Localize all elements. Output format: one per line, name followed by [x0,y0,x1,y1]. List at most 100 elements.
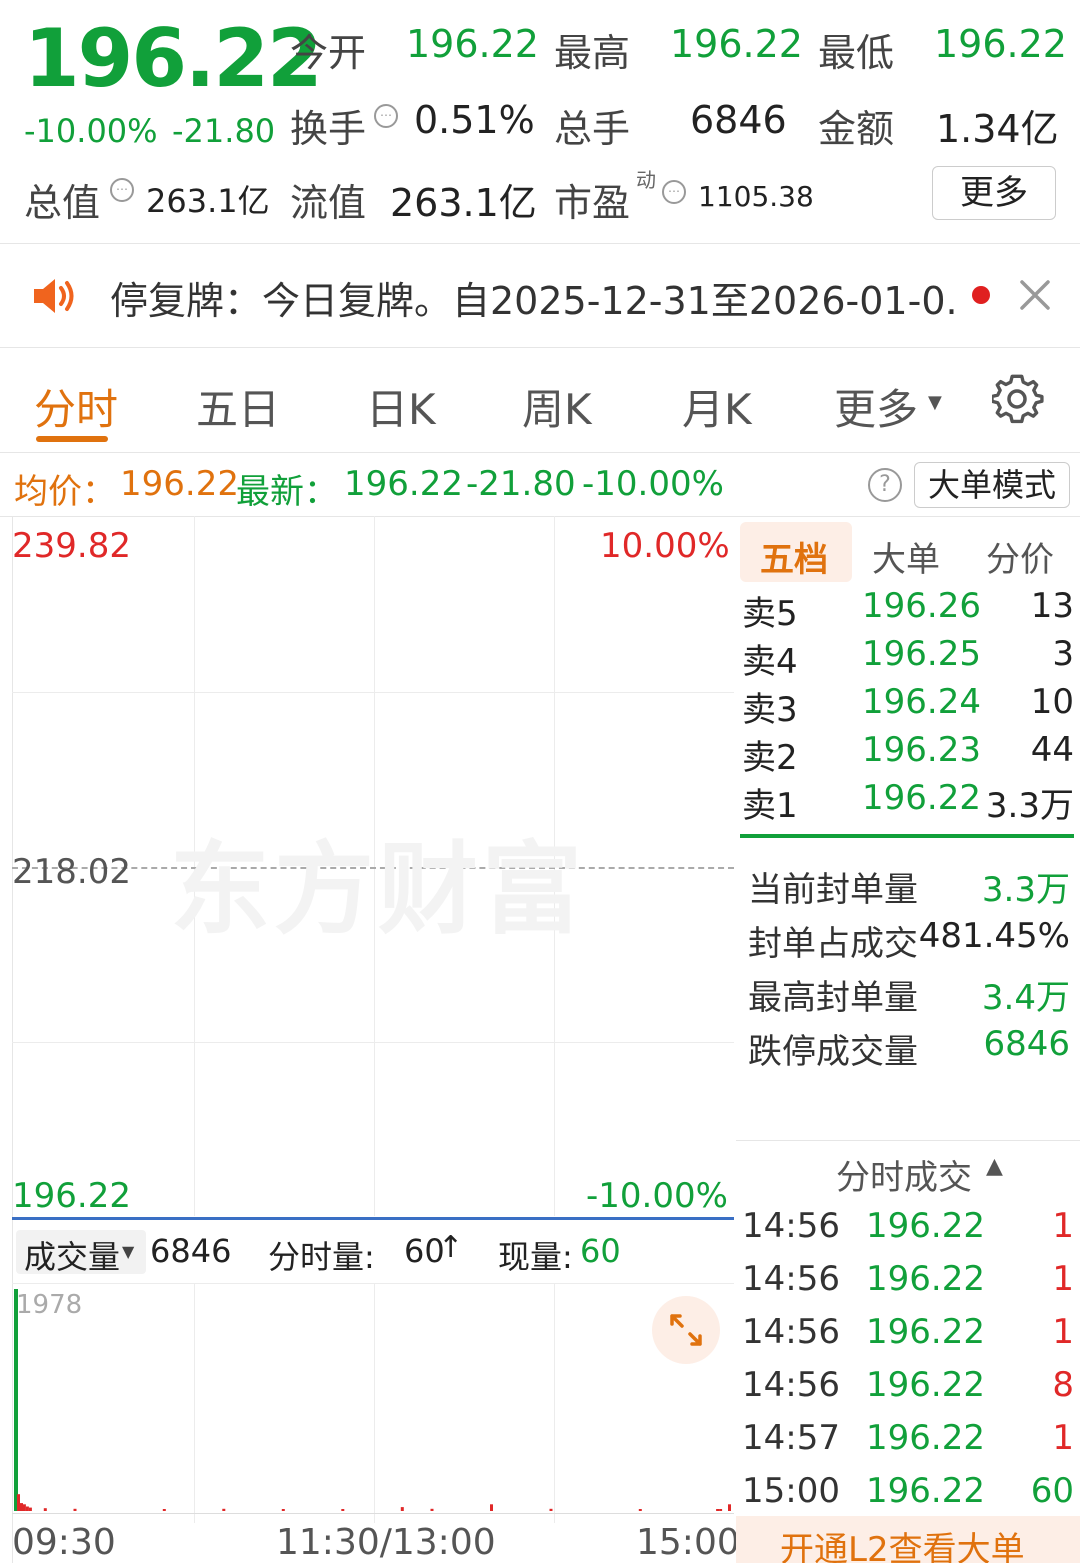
turnover-label: 换手 [290,107,367,151]
tab-five-level[interactable]: 五档 [760,532,828,581]
avg-value: 196.22 [120,464,239,504]
active-tab-underline [36,436,108,442]
tab-daily-k[interactable]: 日K [366,376,436,437]
mktcap-info-icon[interactable]: ⋯ [110,178,134,202]
trade-time: 15:00 [742,1471,840,1511]
close-icon[interactable] [1016,276,1054,314]
ask-label: 卖5 [742,594,798,634]
volume-bar [28,1507,32,1511]
trade-row: 14:57 196.22 1 [742,1418,1076,1471]
ask-volume: 3.3万 [985,786,1074,826]
y-axis-top-pct: 10.00% [600,526,730,566]
tab-intraday[interactable]: 分时 [34,376,118,437]
sealed-stat-row: 跌停成交量 6846 [748,1024,1070,1078]
volume-total: 6846 [150,1232,232,1270]
grid-line [12,1042,734,1043]
notice-text[interactable]: 停复牌：今日复牌。自2025-12-31至2026-01-0... [110,270,955,325]
sealed-stat-row: 当前封单量 3.3万 [748,862,1070,916]
ask-row[interactable]: 卖4 196.25 3 [742,634,1076,682]
volume-bar [14,1289,18,1511]
latest-value: 196.22 [344,464,463,504]
volume-bar [430,1508,434,1511]
ask-row[interactable]: 卖5 196.26 13 [742,586,1076,634]
more-info-button[interactable]: 更多 [932,166,1056,220]
gear-icon[interactable] [990,374,1044,426]
x-axis-start: 09:30 [12,1522,116,1563]
volume-bar [20,1503,23,1511]
volume-bar [17,1494,20,1511]
grid-line [12,692,734,693]
trade-volume: 1 [1052,1206,1074,1246]
ask-price: 196.24 [862,682,981,722]
volume-bar [281,1509,285,1511]
tick-volume-label: 分时量: [268,1238,375,1276]
sealed-stat-value: 3.3万 [981,870,1070,910]
ask-bid-divider [740,834,1074,838]
trade-row: 14:56 196.22 1 [742,1312,1076,1365]
trade-price: 196.22 [866,1365,985,1405]
ask-row[interactable]: 卖1 196.22 3.3万 [742,778,1076,826]
avg-label: 均价： [14,472,116,512]
tab-price-dist[interactable]: 分价 [986,532,1054,581]
trade-row: 14:56 196.22 1 [742,1259,1076,1312]
trade-time: 14:57 [742,1418,840,1458]
trade-price: 196.22 [866,1206,985,1246]
latest-label: 最新： [236,472,338,512]
tab-weekly-k[interactable]: 周K [522,376,592,437]
latest-change: -21.80 [466,464,576,504]
trade-volume: 1 [1052,1259,1074,1299]
trade-volume: 8 [1052,1365,1074,1405]
y-axis-mid: 218.02 [12,852,131,892]
open-label: 今开 [290,31,367,75]
trade-volume: 60 [1030,1471,1074,1511]
trade-volume: 1 [1052,1418,1074,1458]
tab-big-orders[interactable]: 大单 [872,532,940,581]
sealed-stat-row: 封单占成交 481.45% [748,916,1070,970]
divider [736,1140,1080,1141]
high-value: 196.22 [670,22,803,66]
sealed-stat-value: 481.45% [918,916,1070,956]
ask-row[interactable]: 卖3 196.24 10 [742,682,1076,730]
high-label: 最高 [554,31,631,75]
pe-dynamic-sup: 动 [636,168,656,192]
y-axis-top: 239.82 [12,526,131,566]
mktcap-label: 总值 [24,181,101,225]
tab-monthly-k[interactable]: 月K [682,376,752,437]
pe-info-icon[interactable]: ⋯ [662,180,686,204]
sealed-stat-label: 当前封单量 [748,870,918,910]
ask-label: 卖3 [742,690,798,730]
ask-price: 196.26 [862,586,981,626]
volume-bar [549,1508,553,1511]
trades-title[interactable]: 分时成交 [836,1150,972,1199]
turnover-value: 0.51% [414,98,535,142]
sort-up-icon[interactable]: ▲ [986,1154,1003,1179]
ask-label: 卖4 [742,642,798,682]
tab-more[interactable]: 更多 [834,376,918,437]
sealed-stat-label: 跌停成交量 [748,1032,918,1072]
volume-value: 6846 [690,98,787,142]
trade-time: 14:56 [742,1206,840,1246]
change-amount: -21.80 [172,112,276,150]
trade-volume: 1 [1052,1312,1074,1352]
chevron-down-icon: ▼ [928,392,942,413]
big-order-mode-button[interactable]: 大单模式 [914,462,1070,508]
tab-five-day[interactable]: 五日 [196,376,280,437]
trade-row: 14:56 196.22 1 [742,1206,1076,1259]
divider [0,347,1080,348]
ask-price: 196.25 [862,634,981,674]
sealed-stat-label: 最高封单量 [748,978,918,1018]
volume-bar [73,1508,77,1511]
ask-volume: 44 [1030,730,1074,770]
float-value: 263.1亿 [390,181,537,225]
y-axis-bottom-pct: -10.00% [586,1176,728,1216]
help-icon[interactable]: ? [868,468,902,502]
ask-row[interactable]: 卖2 196.23 44 [742,730,1076,778]
y-axis-bottom: 196.22 [12,1176,131,1216]
divider [0,452,1080,453]
turnover-info-icon[interactable]: ⋯ [374,104,398,128]
trade-price: 196.22 [866,1418,985,1458]
sealed-stat-value: 6846 [983,1024,1070,1064]
axis-line [12,1513,734,1514]
volume-label: 总手 [554,107,631,151]
volume-bar [719,1509,723,1511]
